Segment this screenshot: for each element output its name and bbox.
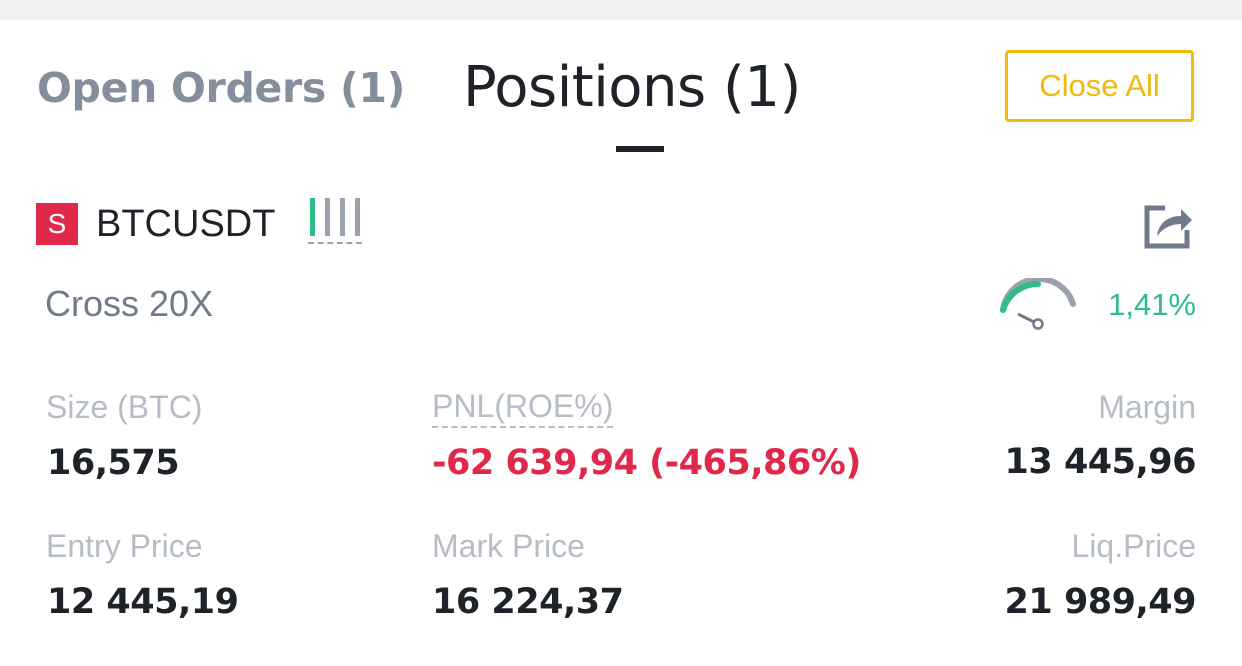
- pnl-value: -62 639,94 (-465,86%): [432, 443, 861, 483]
- top-divider: [0, 0, 1242, 20]
- margin-ratio-value: 1,41%: [1108, 287, 1196, 322]
- adl-indicator-icon[interactable]: [308, 198, 364, 248]
- pnl-label[interactable]: PNL(ROE%): [432, 388, 614, 428]
- active-tab-indicator: [616, 146, 664, 152]
- liq-price-value: 21 989,49: [1004, 582, 1197, 622]
- share-icon[interactable]: [1143, 198, 1195, 250]
- margin-value: 13 445,96: [1004, 442, 1197, 482]
- margin-label: Margin: [1098, 389, 1196, 425]
- size-label: Size (BTC): [46, 389, 203, 425]
- entry-price-label: Entry Price: [46, 528, 203, 564]
- symbol-name[interactable]: BTCUSDT: [96, 200, 275, 248]
- mark-price-label: Mark Price: [432, 528, 585, 564]
- margin-mode-leverage[interactable]: Cross 20X: [45, 282, 213, 326]
- liq-price-label: Liq.Price: [1071, 528, 1197, 564]
- tab-positions[interactable]: Positions (1): [463, 56, 801, 120]
- positions-panel: Open Orders (1) Positions (1) Close All …: [0, 0, 1242, 666]
- mark-price-value: 16 224,37: [432, 582, 624, 622]
- entry-price-value: 12 445,19: [47, 582, 239, 622]
- size-value: 16,575: [47, 443, 180, 483]
- tab-open-orders[interactable]: Open Orders (1): [37, 62, 405, 114]
- side-badge: S: [36, 203, 78, 245]
- margin-ratio-gauge-icon: [998, 275, 1078, 334]
- close-all-button[interactable]: Close All: [1005, 50, 1194, 122]
